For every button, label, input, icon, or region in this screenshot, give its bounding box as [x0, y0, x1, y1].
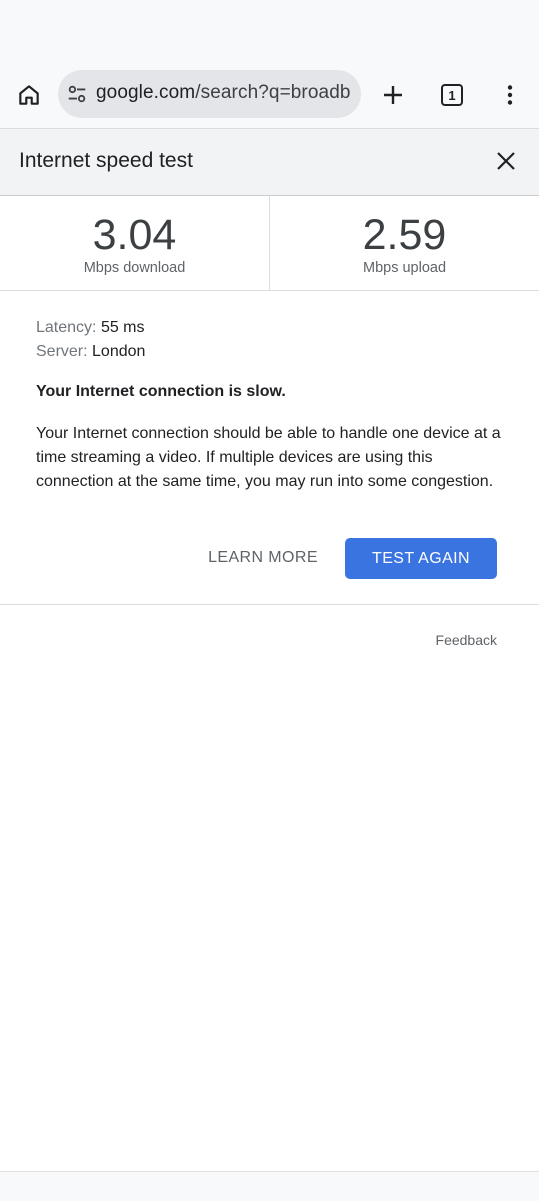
speed-results: 3.04 Mbps download 2.59 Mbps upload [0, 196, 539, 291]
close-icon [497, 152, 515, 170]
tune-icon[interactable] [66, 83, 88, 105]
page-title: Internet speed test [19, 149, 193, 172]
navigation-bar [0, 1171, 539, 1201]
server-value: London [92, 343, 146, 360]
download-result: 3.04 Mbps download [0, 196, 270, 290]
upload-speed-unit: Mbps upload [362, 260, 447, 276]
url-text[interactable]: google.com/search?q=broadb [96, 82, 351, 104]
latency-line: Latency: 55 ms [36, 316, 506, 340]
status-bar [0, 0, 539, 62]
menu-button[interactable] [491, 76, 529, 114]
home-button[interactable] [10, 76, 48, 114]
browser-toolbar: google.com/search?q=broadb 1 [0, 62, 539, 128]
server-label: Server: [36, 343, 88, 360]
latency-value: 55 ms [100, 319, 145, 336]
download-speed-unit: Mbps download [83, 260, 186, 276]
section-divider [0, 604, 539, 605]
learn-more-button[interactable]: LEARN MORE [200, 538, 326, 578]
speed-test-header: Internet speed test [0, 129, 539, 196]
upload-speed-value: 2.59 [362, 211, 447, 259]
url-host: google.com [96, 82, 196, 103]
test-details: Latency: 55 ms Server: London Your Inter… [36, 316, 506, 494]
server-line: Server: London [36, 340, 506, 364]
address-bar[interactable]: google.com/search?q=broadb [58, 70, 361, 118]
tab-count: 1 [448, 87, 456, 103]
upload-result: 2.59 Mbps upload [270, 196, 539, 290]
url-path: /search?q=broadb [195, 82, 351, 103]
feedback-link[interactable]: Feedback [436, 632, 497, 648]
connection-verdict: Your Internet connection is slow. [36, 383, 286, 400]
latency-label: Latency: [36, 319, 97, 336]
test-again-button[interactable]: TEST AGAIN [345, 538, 497, 579]
more-vert-icon [507, 85, 513, 105]
plus-icon [384, 86, 402, 104]
tab-switcher-button[interactable]: 1 [433, 76, 471, 114]
tab-switcher-icon: 1 [441, 84, 463, 106]
connection-description: Your Internet connection should be able … [36, 425, 501, 490]
home-icon [19, 85, 39, 105]
close-button[interactable] [488, 143, 524, 179]
download-speed-value: 3.04 [92, 211, 177, 259]
new-tab-button[interactable] [374, 76, 412, 114]
